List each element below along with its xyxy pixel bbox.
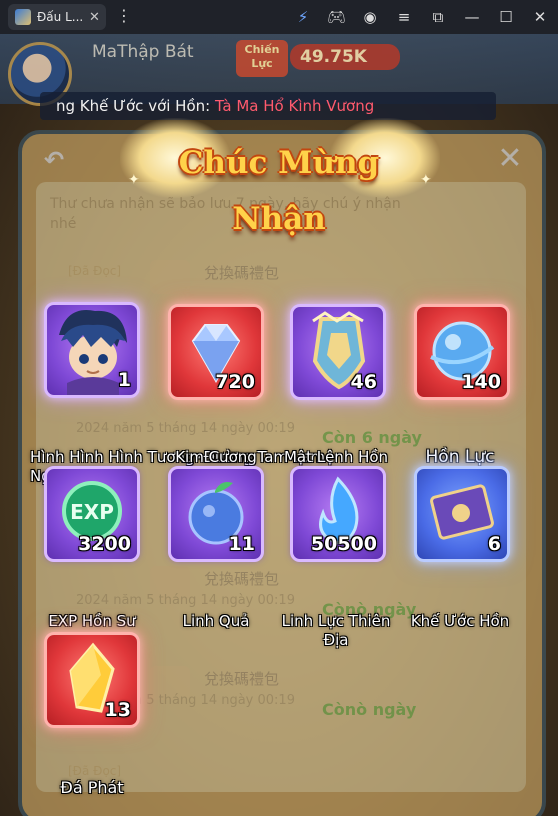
reward-qty: 11 (228, 533, 255, 555)
sparkle-icon: ✦ (128, 172, 140, 188)
chest-icon (150, 260, 190, 294)
sparkle-icon: ✦ (420, 172, 432, 188)
reward-qty: 720 (215, 371, 255, 393)
player-name: MaThập Bát (92, 42, 194, 62)
mail-subject: 兌換碼禮包 (204, 264, 280, 282)
reward-name: Hồn Lực (425, 447, 495, 467)
reward-item[interactable]: 46 (290, 304, 386, 400)
reward-item[interactable]: EXP 3200 (44, 466, 140, 562)
tab-title: Đấu L... (37, 10, 83, 24)
mail-read-tag: [Đã Đọc] (68, 264, 122, 278)
reward-name: Linh Lực Thiên Địa (281, 612, 391, 649)
close-icon[interactable]: ✕ (494, 144, 526, 176)
reward-qty: 46 (350, 371, 377, 393)
reward-name: Kim Cương (175, 448, 257, 466)
reward-item[interactable]: 140 (414, 304, 510, 400)
reward-item[interactable]: 1 (44, 302, 140, 398)
reward-item[interactable]: 50500 (290, 466, 386, 562)
game-favicon-icon (15, 9, 31, 25)
reward-qty: 1 (117, 369, 131, 391)
gamepad-icon[interactable]: 🎮︎ (327, 8, 346, 26)
screenshot-icon[interactable]: ⧉ (429, 8, 447, 26)
account-icon[interactable]: ◉ (361, 8, 379, 26)
app-titlebar: Đấu L... ✕ ⋮ ⚡ 🎮︎ ◉ ≡ ⧉ — ☐ ✕ (0, 0, 558, 34)
boost-icon[interactable]: ⚡ (294, 8, 312, 26)
game-viewport: MaThập Bát Chiến Lực 49.75K ng Khế Ước v… (0, 34, 558, 816)
mail-remaining: Còn 6 ngày (322, 428, 422, 447)
reward-qty: 3200 (78, 533, 131, 555)
browser-tab[interactable]: Đấu L... ✕ (8, 4, 106, 30)
power-value: 49.75K (290, 44, 400, 70)
reward-qty: 6 (487, 533, 501, 555)
reward-banner-title: Chúc Mừng Nhận (178, 145, 380, 237)
hamburger-menu-icon[interactable]: ≡ (395, 8, 413, 26)
reward-name: Linh Quả (182, 612, 250, 630)
reward-item[interactable]: 720 (168, 304, 264, 400)
reward-name: Đá Phát (60, 778, 124, 797)
svg-text:EXP: EXP (70, 500, 114, 524)
mail-read-tag: [Đã Đọc] (68, 764, 122, 778)
reward-name: EXP Hồn Sư (48, 612, 136, 630)
reward-qty: 50500 (310, 533, 377, 555)
mail-date: 2024 năm 5 tháng 14 ngày 00:19 (76, 421, 295, 436)
mail-date: 2024 năm 5 tháng 14 ngày 00:19 (76, 593, 295, 608)
reward-name: Khế Ước Hồn (410, 612, 510, 630)
maximize-icon[interactable]: ☐ (497, 8, 515, 26)
reward-item[interactable]: 13 (44, 632, 140, 728)
power-label: Chiến Lực (236, 40, 288, 77)
reward-qty: 13 (104, 699, 131, 721)
back-arrow-icon[interactable]: ↶ (44, 146, 74, 176)
reward-qty: 140 (461, 371, 501, 393)
minimize-icon[interactable]: — (463, 8, 481, 26)
mail-subject: 兌換碼禮包 (204, 670, 280, 688)
reward-item[interactable]: 6 (414, 466, 510, 562)
kebab-menu-icon[interactable]: ⋮ (116, 8, 132, 24)
mail-remaining: Cònò ngày (322, 700, 417, 719)
tab-close-icon[interactable]: ✕ (89, 10, 100, 25)
mail-subject: 兌換碼禮包 (204, 570, 280, 588)
close-window-icon[interactable]: ✕ (531, 8, 549, 26)
reward-item[interactable]: 11 (168, 466, 264, 562)
